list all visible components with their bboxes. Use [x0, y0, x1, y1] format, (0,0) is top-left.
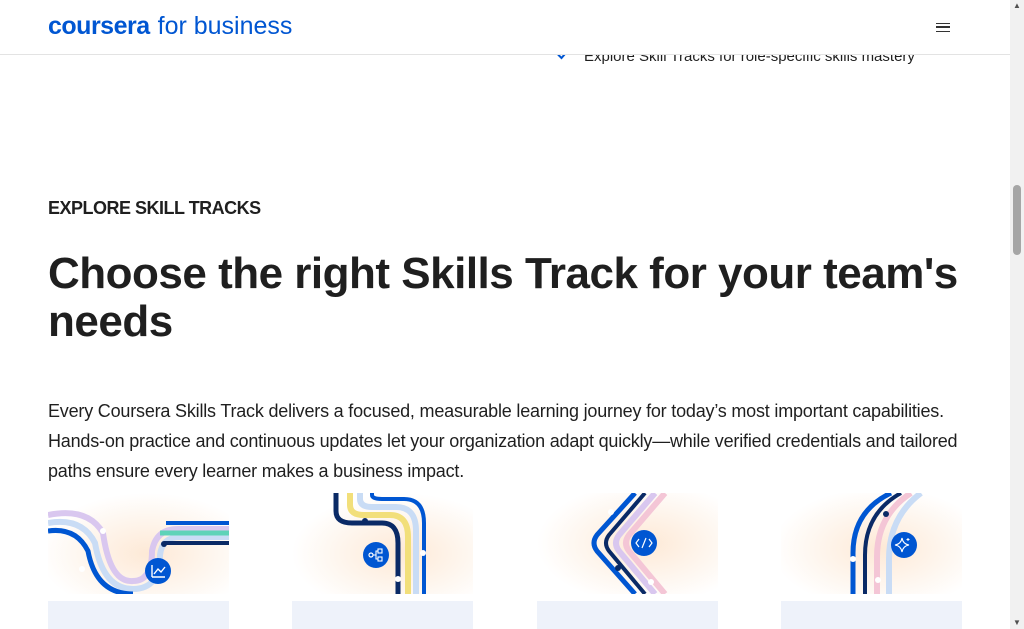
skills-track-card-footer: [48, 601, 229, 629]
skills-track-card[interactable]: [48, 493, 229, 629]
sparkle-ai-icon: [891, 532, 917, 558]
page: Explore Skill Tracks for role-specific s…: [0, 0, 1010, 629]
section-headline: Choose the right Skills Track for your t…: [48, 249, 958, 346]
hamburger-menu-icon: [936, 22, 950, 32]
top-navigation-bar: coursera for business: [0, 0, 1010, 55]
scroll-up-arrow-icon[interactable]: ▲: [1010, 0, 1024, 12]
skills-track-illustration: [292, 493, 473, 594]
logo-suffix: for business: [157, 12, 293, 40]
logo-brand: coursera: [48, 12, 150, 40]
section-description: Every Coursera Skills Track delivers a f…: [48, 401, 958, 481]
skills-track-card-footer: [292, 601, 473, 629]
section-eyebrow: EXPLORE SKILL TRACKS: [48, 198, 261, 218]
skills-track-illustration: [781, 493, 962, 594]
chart-icon: [145, 558, 171, 584]
scroll-down-arrow-icon[interactable]: ▼: [1010, 617, 1024, 629]
skills-track-illustration: [48, 493, 229, 594]
network-icon: [363, 542, 389, 568]
skills-track-illustration: [537, 493, 718, 594]
skills-track-card[interactable]: [292, 493, 473, 629]
skills-track-card-footer: [781, 601, 962, 629]
skills-track-card-footer: [537, 601, 718, 629]
menu-button[interactable]: [923, 8, 963, 46]
scrollbar-thumb[interactable]: [1013, 185, 1021, 255]
vertical-scrollbar[interactable]: ▲ ▼: [1010, 0, 1024, 629]
code-icon: [631, 530, 657, 556]
skills-track-card[interactable]: [537, 493, 718, 629]
skills-track-card[interactable]: [781, 493, 962, 629]
coursera-for-business-logo[interactable]: coursera for business: [48, 12, 293, 40]
